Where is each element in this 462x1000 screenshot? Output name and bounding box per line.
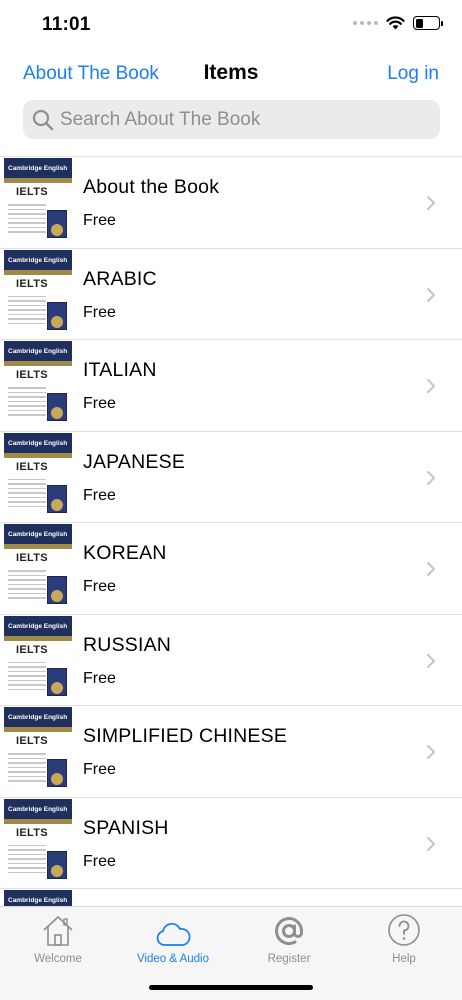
item-title: KOREAN: [83, 542, 167, 564]
list-item[interactable]: Cambridge English IELTS JAPANESE Free: [0, 432, 462, 523]
battery-icon: [413, 16, 443, 30]
item-price: Free: [83, 669, 116, 687]
tab-help[interactable]: Help: [346, 913, 462, 965]
list-item[interactable]: Cambridge English IELTS SIMPLIFIED CHINESE…: [0, 706, 462, 798]
tab-welcome[interactable]: Welcome: [0, 913, 116, 965]
list-item[interactable]: Cambridge English IELTS KOREAN Free: [0, 523, 462, 615]
item-price: Free: [83, 303, 116, 321]
book-cover-thumbnail: Cambridge EnglishIELTS: [4, 341, 72, 427]
item-price: Free: [83, 212, 116, 229]
book-cover-thumbnail: Cambridge EnglishIELTS: [4, 798, 72, 885]
status-icons: [353, 16, 443, 30]
book-cover-thumbnail: Cambridge EnglishIELTS: [4, 249, 72, 336]
status-time: 11:01: [42, 14, 91, 35]
list-item[interactable]: Cambridge English IELTS ITALIAN Free: [0, 340, 462, 432]
tab-label: Register: [267, 953, 311, 965]
item-price: Free: [83, 395, 116, 412]
list-item[interactable]: Cambridge English IELTS SPANISH Free: [0, 798, 462, 889]
at-sign-icon: [275, 917, 303, 946]
item-price: Free: [83, 578, 116, 595]
login-button[interactable]: Log in: [387, 63, 439, 85]
chevron-right-icon: [427, 470, 435, 485]
item-price: Free: [83, 486, 116, 504]
item-title: About the Book: [83, 176, 220, 198]
chevron-right-icon: [427, 653, 435, 668]
list-item[interactable]: Cambridge English IELTS RUSSIAN Free: [0, 615, 462, 706]
chevron-right-icon: [427, 745, 435, 759]
chevron-right-icon: [427, 836, 435, 851]
list-item[interactable]: Cambridge English IELTS About the Book Free: [0, 157, 462, 249]
item-price: Free: [83, 761, 116, 778]
status-bar: 11:01: [0, 0, 462, 50]
book-cover-thumbnail: Cambridge EnglishIELTS: [4, 615, 72, 702]
item-list: Cambridge English IELTS About the Book Free…: [0, 156, 462, 981]
search-input[interactable]: [60, 108, 420, 131]
item-title: ITALIAN: [83, 359, 157, 381]
book-cover-thumbnail: Cambridge EnglishIELTS: [4, 524, 72, 610]
item-price: Free: [83, 852, 116, 870]
chevron-right-icon: [427, 562, 435, 576]
tab-label: Welcome: [34, 953, 82, 965]
signal-icon: [353, 21, 378, 25]
house-icon: [43, 915, 73, 946]
cloud-icon: [156, 923, 191, 946]
help-circle-icon: [388, 914, 420, 946]
chevron-right-icon: [427, 379, 435, 393]
chevron-right-icon: [427, 196, 435, 210]
navigation-bar: About The Book Items Log in: [0, 55, 462, 95]
tab-label: Video & Audio: [136, 953, 210, 965]
item-title: JAPANESE: [83, 450, 186, 473]
book-cover-thumbnail: Cambridge EnglishIELTS: [4, 432, 72, 519]
search-bar[interactable]: [23, 100, 440, 139]
tab-register[interactable]: Register: [231, 913, 347, 965]
search-icon: [32, 109, 54, 130]
chevron-right-icon: [427, 287, 435, 302]
book-cover-thumbnail: Cambridge EnglishIELTS: [4, 707, 72, 793]
item-title: RUSSIAN: [83, 633, 172, 656]
book-cover-thumbnail: Cambridge EnglishIELTS: [4, 158, 72, 244]
tab-label: Help: [392, 953, 416, 965]
list-item[interactable]: Cambridge English IELTS ARABIC Free: [0, 249, 462, 340]
item-title: SPANISH: [83, 816, 169, 839]
item-title: ARABIC: [83, 267, 157, 290]
tab-video-audio[interactable]: Video & Audio: [115, 913, 231, 965]
home-indicator: [149, 985, 313, 990]
item-title: SIMPLIFIED CHINESE: [83, 725, 288, 747]
wifi-icon: [386, 16, 405, 30]
